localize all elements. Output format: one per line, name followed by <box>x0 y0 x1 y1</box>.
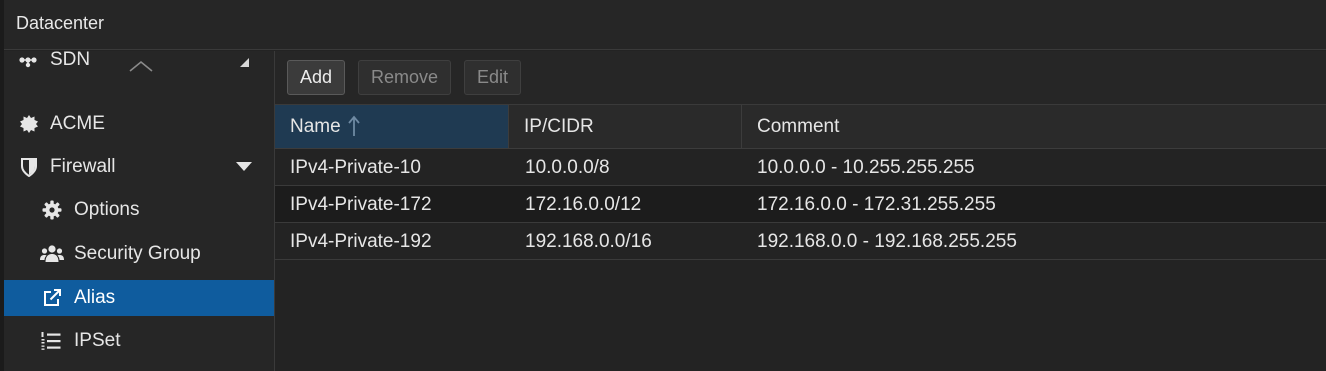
column-header-ipcidr[interactable]: IP/CIDR <box>509 105 742 148</box>
scroll-up-icon[interactable] <box>128 59 154 73</box>
sidebar-item-security-group[interactable]: Security Group <box>4 236 274 272</box>
sidebar-item-label: Options <box>74 199 140 220</box>
column-header-label: IP/CIDR <box>524 116 594 137</box>
sidebar-item-label: Alias <box>74 287 116 308</box>
sidebar-item-label: IPSet <box>74 330 121 351</box>
cell-comment: 192.168.0.0 - 192.168.255.255 <box>757 231 1017 252</box>
numbered-list-icon <box>41 332 61 350</box>
column-header-name[interactable]: Name <box>275 105 509 148</box>
collapsed-arrow-icon[interactable] <box>240 58 249 67</box>
sidebar-item-ipset[interactable]: IPSet <box>4 323 274 359</box>
group-icon <box>40 245 64 262</box>
remove-button[interactable]: Remove <box>358 60 451 95</box>
table-row[interactable]: IPv4-Private-10 10.0.0.0/8 10.0.0.0 - 10… <box>275 149 1326 186</box>
cell-cidr: 192.168.0.0/16 <box>525 231 652 252</box>
sidebar-nav: SDN ACME Firewall Options Security Group… <box>4 51 275 371</box>
grid-header: Name IP/CIDR Comment <box>275 105 1326 149</box>
cell-name: IPv4-Private-10 <box>290 157 421 178</box>
main-panel: Add Remove Edit Name IP/CIDR Comment IPv… <box>275 51 1326 371</box>
panel-header: Datacenter <box>4 0 1326 50</box>
sidebar-item-acme[interactable]: ACME <box>4 106 274 142</box>
sdn-icon <box>19 57 37 68</box>
column-header-comment[interactable]: Comment <box>742 105 1326 148</box>
edit-button[interactable]: Edit <box>464 60 521 95</box>
sidebar-item-label: ACME <box>50 113 105 134</box>
sidebar-item-label: SDN <box>50 51 91 70</box>
column-header-label: Name <box>290 116 341 137</box>
sidebar-item-alias[interactable]: Alias <box>4 280 274 316</box>
cell-comment: 172.16.0.0 - 172.31.255.255 <box>757 194 996 215</box>
sidebar-item-options[interactable]: Options <box>4 192 274 228</box>
sidebar-item-label: Firewall <box>50 156 116 177</box>
shield-icon <box>21 158 37 177</box>
sidebar-item-firewall[interactable]: Firewall <box>4 149 274 185</box>
cell-cidr: 172.16.0.0/12 <box>525 194 642 215</box>
add-button[interactable]: Add <box>287 60 345 95</box>
cell-comment: 10.0.0.0 - 10.255.255.255 <box>757 157 975 178</box>
cell-cidr: 10.0.0.0/8 <box>525 157 610 178</box>
cell-name: IPv4-Private-172 <box>290 194 432 215</box>
cell-name: IPv4-Private-192 <box>290 231 432 252</box>
gear-icon <box>42 200 62 220</box>
external-link-icon <box>44 289 61 306</box>
sort-ascending-icon <box>348 115 360 136</box>
chevron-down-icon[interactable] <box>236 162 252 172</box>
panel-title: Datacenter <box>16 13 105 33</box>
column-header-label: Comment <box>757 116 840 137</box>
toolbar: Add Remove Edit <box>275 51 1326 105</box>
sidebar-item-label: Security Group <box>74 243 201 264</box>
certificate-icon <box>20 115 38 133</box>
table-row[interactable]: IPv4-Private-172 172.16.0.0/12 172.16.0.… <box>275 186 1326 223</box>
table-row[interactable]: IPv4-Private-192 192.168.0.0/16 192.168.… <box>275 223 1326 260</box>
